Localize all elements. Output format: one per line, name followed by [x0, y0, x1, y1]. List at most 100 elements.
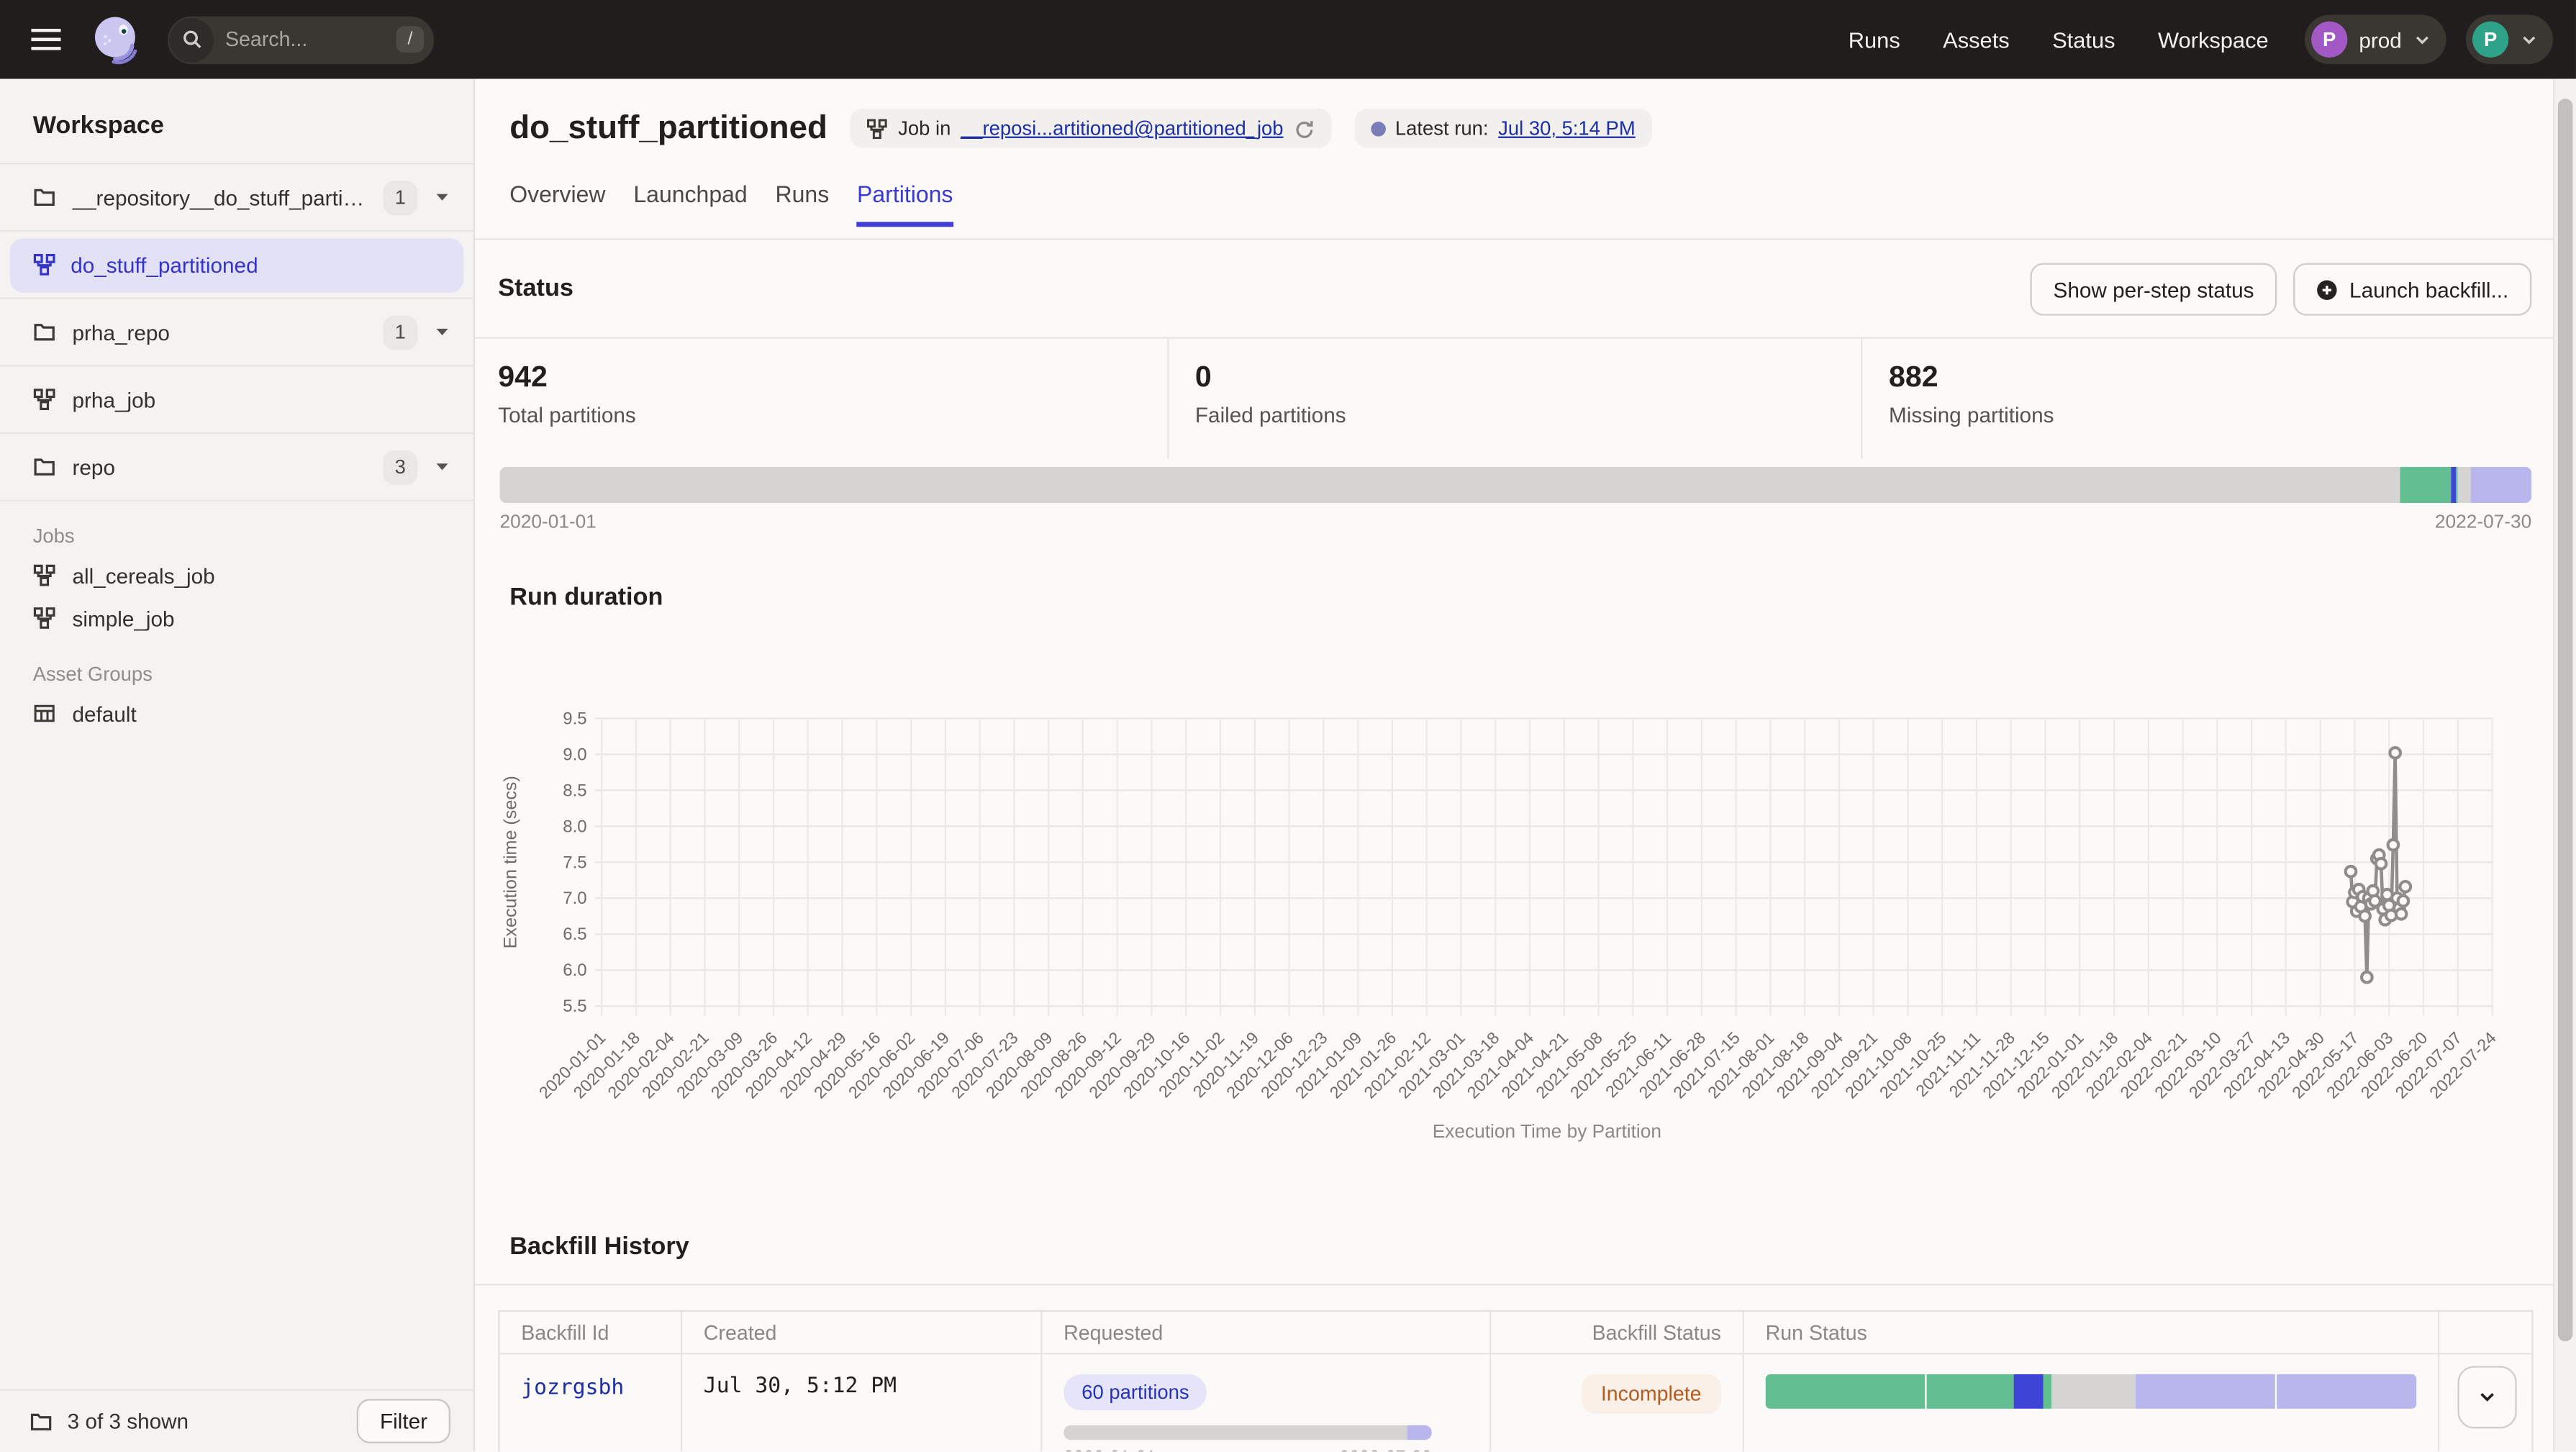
sidebar-item-label: repo: [73, 455, 115, 479]
y-tick-label: 6.5: [563, 925, 586, 944]
user-menu[interactable]: P: [2466, 15, 2553, 65]
job-origin-link[interactable]: __reposi...artitioned@partitioned_job: [961, 117, 1283, 140]
expand-cell: [2439, 1355, 2535, 1452]
data-point: [2396, 909, 2407, 920]
latest-run-tag: Latest run: Jul 30, 5:14 PM: [1354, 109, 1652, 148]
run-status-bar[interactable]: [1766, 1374, 2417, 1409]
folder-icon: [33, 320, 56, 343]
y-tick-label: 5.5: [563, 997, 586, 1016]
show-per-step-status-button[interactable]: Show per-step status: [2031, 263, 2277, 316]
latest-run-link[interactable]: Jul 30, 5:14 PM: [1498, 117, 1636, 140]
hamburger-menu-icon[interactable]: [23, 19, 69, 59]
y-tick-label: 7.0: [563, 889, 586, 908]
launch-backfill-button[interactable]: Launch backfill...: [2293, 263, 2531, 316]
launch-backfill-label: Launch backfill...: [2349, 277, 2508, 301]
tab-overview[interactable]: Overview: [509, 181, 605, 227]
table-header-row: Backfill IdCreatedRequestedBackfill Stat…: [500, 1312, 2532, 1354]
requested-cell: 60 partitions 2020-01-01 2022-07-30: [1042, 1355, 1491, 1452]
job-label: all_cereals_job: [73, 563, 215, 587]
sidebar-item-prha_job[interactable]: prha_job: [0, 366, 473, 434]
workspace-sidebar: Workspace __repository__do_stuff_partiti…: [0, 79, 475, 1452]
partition-seg-in_progress: [2450, 467, 2455, 503]
run-seg-success: [1766, 1374, 1926, 1409]
stat-label: Failed partitions: [1195, 403, 1861, 427]
top-nav-runs[interactable]: Runs: [1849, 27, 1900, 52]
top-nav-status[interactable]: Status: [2052, 27, 2115, 52]
data-point: [2400, 881, 2411, 892]
chevron-down-icon: [2520, 30, 2538, 48]
tab-launchpad[interactable]: Launchpad: [633, 181, 747, 227]
column-header-backfill-status: Backfill Status: [1491, 1312, 1744, 1353]
caret-down-icon[interactable]: [434, 458, 450, 475]
run-seg-queued: [2277, 1374, 2416, 1409]
top-nav-assets[interactable]: Assets: [1943, 27, 2010, 52]
stat-label: Total partitions: [498, 403, 1167, 427]
reload-icon[interactable]: [1293, 117, 1315, 139]
column-header-requested: Requested: [1042, 1312, 1491, 1353]
tabs-divider: [475, 238, 2553, 240]
page-scrollbar: [2553, 79, 2576, 1452]
data-point: [2390, 748, 2400, 758]
run-seg-success: [1926, 1374, 2014, 1409]
job-label: simple_job: [73, 606, 175, 630]
top-nav-workspace[interactable]: Workspace: [2158, 27, 2269, 52]
sidebar-item-label: __repository__do_stuff_partitio...: [73, 185, 367, 209]
sidebar-item-__repository__do_stuff_partitio...[interactable]: __repository__do_stuff_partitio... 1: [0, 164, 473, 232]
backfill-id-link[interactable]: jozrgsbh: [521, 1376, 624, 1400]
job-icon: [33, 564, 56, 587]
requested-partitions-badge[interactable]: 60 partitions: [1063, 1374, 1207, 1410]
run-seg-none: [2052, 1374, 2136, 1409]
created-cell: Jul 30, 5:12 PM: [682, 1355, 1042, 1452]
chevron-down-icon: [2413, 30, 2431, 48]
sidebar-item-prha_repo[interactable]: prha_repo1: [0, 299, 473, 367]
repos-shown-count: 3 of 3 shown: [68, 1409, 189, 1433]
filter-button[interactable]: Filter: [357, 1399, 450, 1443]
backfill-history-divider: [475, 1284, 2553, 1285]
asset-group-icon: [33, 702, 56, 725]
table-row: jozrgsbh Jul 30, 5:12 PM 60 partitions 2…: [500, 1355, 2532, 1452]
backfill-status-cell: Incomplete: [1491, 1355, 1744, 1452]
sidebar-job-simple_job[interactable]: simple_job: [0, 596, 473, 639]
scrollbar-thumb[interactable]: [2558, 99, 2573, 1341]
column-header-run-status: Run Status: [1744, 1312, 2439, 1353]
deployment-name: prod: [2359, 27, 2401, 52]
sidebar-job-all_cereals_job[interactable]: all_cereals_job: [0, 554, 473, 596]
top-navigation-bar: / Runs Assets Status Workspace P prod P: [0, 0, 2576, 79]
status-section-title: Status: [498, 275, 573, 303]
partition-stats: 942Total partitions0Failed partitions882…: [475, 337, 2553, 458]
job-icon: [33, 253, 56, 276]
requested-seg-queued: [1408, 1425, 1432, 1440]
data-point: [2362, 972, 2372, 983]
search-box[interactable]: /: [168, 16, 434, 63]
partition-seg-none: [500, 467, 2401, 503]
job-icon: [867, 117, 889, 139]
sidebar-item-label: prha_job: [73, 387, 156, 412]
item-count-badge: 3: [383, 450, 417, 484]
search-shortcut-key: /: [396, 27, 424, 53]
tab-partitions[interactable]: Partitions: [857, 181, 953, 227]
item-count-badge: 1: [383, 180, 417, 214]
deployment-avatar: P: [2311, 22, 2347, 58]
partition-range-start: 2020-01-01: [500, 513, 597, 532]
page-tabs: Overview Launchpad Runs Partitions: [509, 181, 953, 227]
search-input[interactable]: [215, 28, 396, 51]
sidebar-asset-group-default[interactable]: default: [0, 692, 473, 735]
sidebar-item-repo[interactable]: repo 3: [0, 434, 473, 502]
tab-runs[interactable]: Runs: [776, 181, 830, 227]
partition-status-bar[interactable]: [500, 467, 2532, 503]
partition-seg-queued: [2470, 467, 2531, 503]
page-title: do_stuff_partitioned: [509, 109, 827, 148]
deployment-switcher[interactable]: P prod: [2305, 15, 2446, 65]
expand-row-button[interactable]: [2457, 1366, 2516, 1429]
backfill-history-table: Backfill IdCreatedRequestedBackfill Stat…: [498, 1310, 2533, 1451]
asset-group-label: default: [73, 701, 137, 725]
job-icon: [33, 388, 56, 411]
folder-icon: [30, 1410, 53, 1433]
caret-down-icon[interactable]: [434, 324, 450, 340]
sidebar-item-selected[interactable]: do_stuff_partitioned: [10, 237, 464, 291]
job-icon: [33, 607, 56, 630]
run-seg-success: [2044, 1374, 2052, 1409]
partition-seg-none: [2458, 467, 2471, 503]
caret-down-icon[interactable]: [434, 189, 450, 206]
job-origin-prefix: Job in: [898, 117, 951, 140]
